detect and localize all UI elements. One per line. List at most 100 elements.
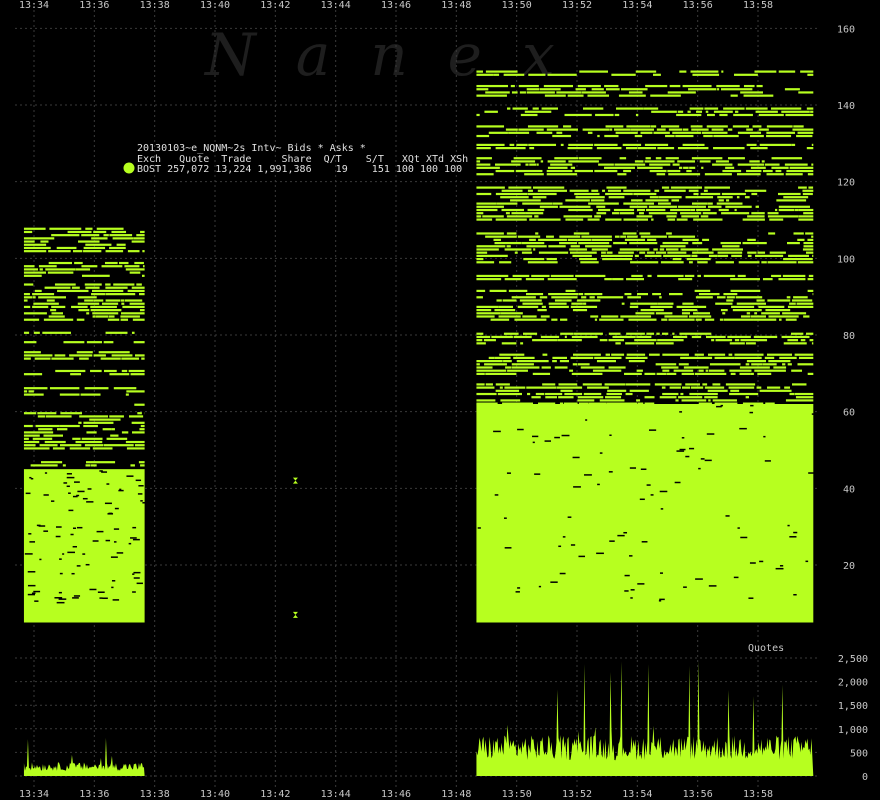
quote-run	[484, 363, 507, 366]
quote-run	[507, 369, 528, 372]
y-tick-label-count: 500	[850, 748, 868, 759]
quote-run	[637, 208, 645, 212]
quote-gap	[31, 592, 36, 595]
quote-run	[783, 342, 807, 345]
quote-run	[740, 339, 768, 342]
quote-gap	[72, 597, 79, 599]
quote-run	[545, 396, 557, 399]
quote-run	[749, 134, 764, 138]
quote-run	[723, 292, 738, 296]
quote-run	[623, 202, 655, 205]
quote-run	[606, 402, 638, 405]
quote-run	[495, 218, 527, 221]
quote-run	[85, 461, 116, 464]
quote-run	[101, 302, 119, 305]
quote-gap	[68, 509, 74, 512]
quote-run	[739, 366, 770, 369]
quote-gap	[572, 456, 580, 459]
quote-point	[292, 611, 298, 618]
quote-run	[787, 305, 814, 308]
quote-gap	[676, 450, 685, 452]
quote-run	[668, 235, 696, 238]
quote-run	[44, 286, 71, 289]
quote-run	[85, 243, 112, 246]
quote-run	[781, 110, 810, 113]
x-tick-label-top: 13:36	[79, 0, 109, 11]
quote-run	[687, 110, 691, 113]
quote-run	[86, 341, 103, 344]
quote-run	[683, 166, 689, 169]
quote-run	[789, 392, 795, 396]
quote-run	[493, 238, 501, 241]
quote-run	[803, 241, 814, 245]
quote-gap	[107, 513, 114, 515]
quote-run	[118, 261, 129, 265]
quote-run	[511, 366, 540, 369]
quote-gap	[110, 556, 118, 558]
quote-run	[607, 189, 622, 192]
quote-run	[83, 424, 98, 428]
quote-run	[74, 261, 83, 265]
quote-run	[505, 128, 518, 131]
quote-run	[545, 392, 563, 396]
quote-run	[756, 84, 763, 88]
quote-run	[96, 227, 124, 230]
quote-run	[608, 332, 621, 335]
quote-run	[766, 134, 792, 138]
quote-gap	[681, 437, 685, 439]
quote-run	[103, 369, 117, 373]
quote-run	[598, 208, 611, 212]
quote-run	[792, 128, 814, 131]
quote-run	[605, 192, 633, 196]
quote-run	[622, 143, 642, 147]
quote-run	[653, 248, 658, 251]
quote-run	[476, 399, 496, 402]
quote-run	[730, 372, 736, 376]
quote-run	[485, 372, 517, 376]
quote-run	[793, 232, 804, 235]
quote-run	[655, 157, 662, 160]
x-tick-label-top: 13:38	[140, 0, 170, 11]
quote-run	[755, 254, 784, 257]
quote-run	[540, 335, 560, 339]
quote-run	[646, 332, 655, 335]
y-tick-label: 80	[843, 331, 855, 342]
quote-run	[688, 88, 717, 91]
x-tick-label-top: 13:54	[622, 0, 652, 11]
quote-run	[623, 189, 651, 192]
quote-gap	[92, 540, 99, 542]
quote-run	[661, 366, 679, 369]
quote-run	[734, 353, 764, 356]
quote-run	[753, 335, 778, 339]
x-tick-label-bottom: 13:34	[19, 789, 49, 800]
y-tick-label-count: 2,000	[838, 678, 868, 689]
quote-run	[717, 251, 743, 254]
quote-gap	[504, 547, 512, 549]
quote-run	[546, 257, 557, 261]
quote-run	[527, 208, 545, 212]
x-tick-label-top: 13:34	[19, 0, 49, 11]
quote-run	[556, 91, 582, 94]
count-area	[476, 660, 814, 776]
quote-run	[807, 372, 814, 376]
quote-run	[640, 235, 667, 238]
quote-run	[620, 315, 652, 318]
x-tick-label-bottom: 13:56	[683, 789, 713, 800]
quote-run	[791, 299, 813, 302]
quote-run	[747, 238, 756, 241]
quote-gap	[739, 427, 747, 430]
quote-gap	[25, 492, 31, 495]
quote-run	[749, 160, 760, 163]
quote-run	[23, 387, 48, 390]
quote-run	[619, 157, 627, 160]
quote-run	[640, 131, 653, 134]
quote-run	[778, 205, 810, 208]
quote-run	[680, 212, 702, 215]
quote-run	[527, 392, 531, 396]
quote-run	[746, 169, 762, 173]
quote-run	[667, 169, 681, 173]
quote-run	[669, 292, 683, 296]
quote-run	[692, 241, 703, 245]
quote-run	[648, 212, 678, 215]
quote-run	[51, 357, 74, 360]
